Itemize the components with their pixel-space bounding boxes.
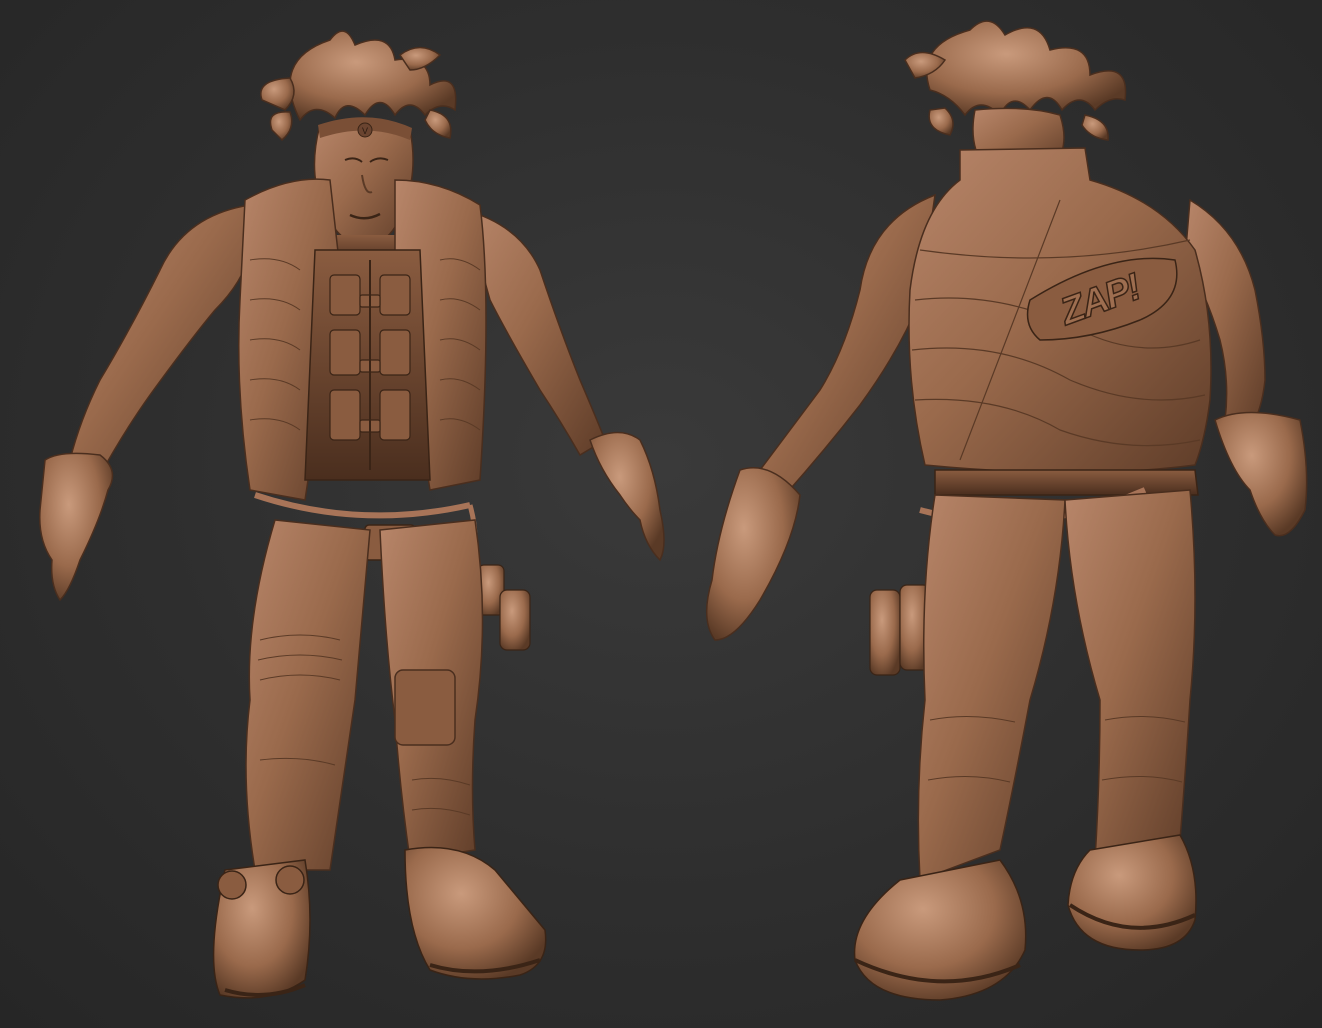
back-legs: [917, 489, 1196, 882]
turnaround-render: V ZAP!: [39, 20, 1308, 1001]
front-legs: [245, 519, 484, 871]
front-view-figure: V: [39, 30, 665, 999]
sculpt-render-canvas: V ZAP!: [0, 0, 1322, 1028]
front-boots: [212, 846, 547, 999]
back-vest: ZAP!: [908, 147, 1212, 474]
back-boots: [853, 834, 1197, 1001]
back-view-figure: ZAP!: [705, 20, 1308, 1001]
front-canisters: [477, 564, 531, 651]
headband-symbol: V: [362, 126, 368, 136]
